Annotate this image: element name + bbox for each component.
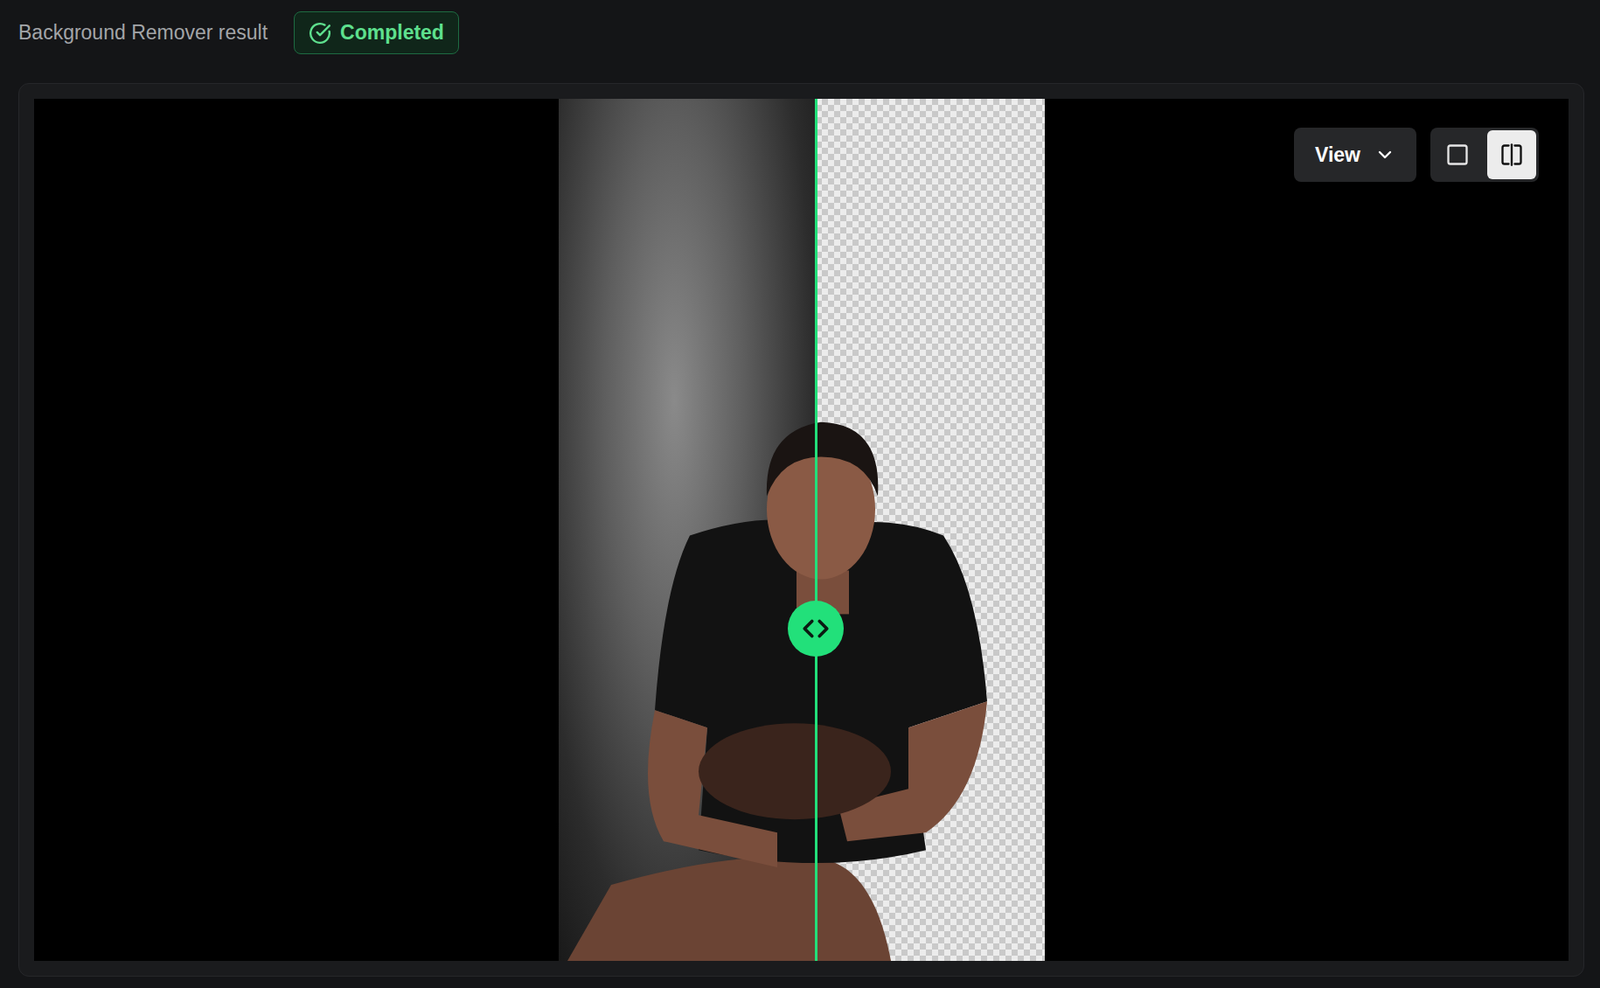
cutout-image	[815, 98, 1044, 961]
comparison-image	[558, 98, 1045, 961]
result-title: Background Remover result	[18, 20, 268, 45]
split-mode-button[interactable]	[1487, 130, 1537, 180]
check-circle-icon	[308, 21, 332, 45]
status-badge: Completed	[293, 11, 460, 55]
single-mode-button[interactable]	[1433, 130, 1482, 180]
header: Background Remover result Completed	[0, 0, 1600, 55]
photo-subject	[558, 98, 1045, 961]
drag-arrows-icon	[800, 613, 831, 644]
single-view-icon	[1445, 142, 1470, 167]
chevron-down-icon	[1374, 144, 1396, 166]
split-divider[interactable]	[814, 98, 818, 961]
view-dropdown[interactable]: View	[1293, 127, 1417, 182]
view-mode-toggle	[1430, 127, 1539, 182]
viewer-panel: View	[18, 83, 1585, 977]
viewer-canvas: View	[34, 98, 1569, 961]
view-controls: View	[1293, 127, 1539, 182]
split-view-icon	[1499, 142, 1524, 167]
split-handle[interactable]	[787, 600, 844, 657]
page: Background Remover result Completed View	[0, 0, 1600, 988]
original-image	[558, 98, 817, 961]
